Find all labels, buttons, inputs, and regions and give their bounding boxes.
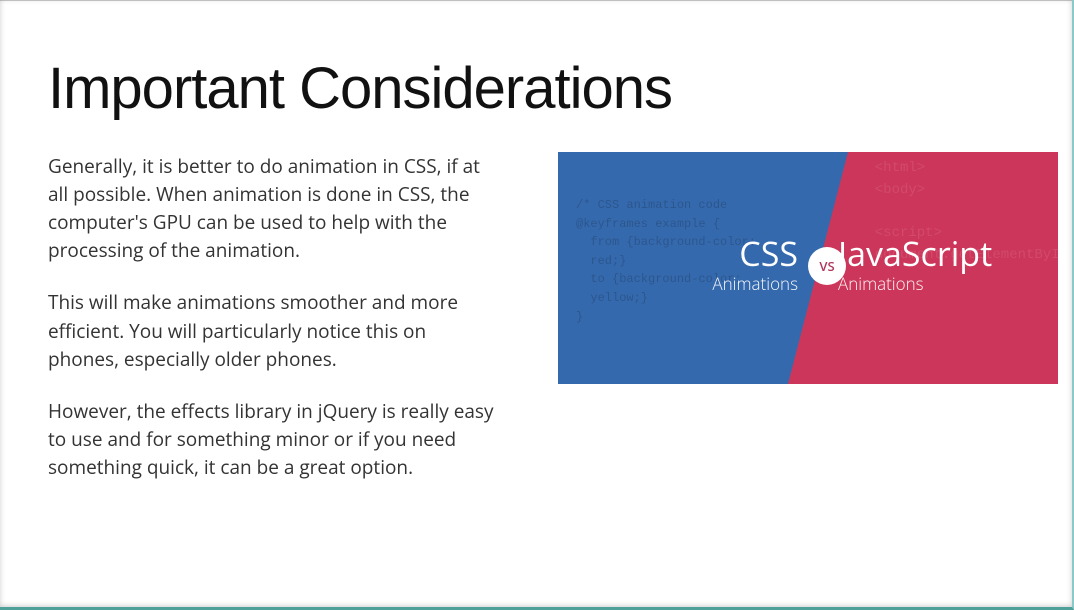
vs-badge: VS <box>808 247 846 285</box>
paragraph: This will make animations smoother and m… <box>48 288 498 372</box>
paragraph: However, the effects library in jQuery i… <box>48 397 498 481</box>
css-subtitle: Animations <box>618 272 798 295</box>
slide-columns: Generally, it is better to do animation … <box>48 152 1032 505</box>
paragraph: Generally, it is better to do animation … <box>48 152 498 264</box>
js-subtitle: Animations <box>838 272 1038 295</box>
css-title: CSS <box>618 236 798 270</box>
image-column: /* CSS animation code @keyframes example… <box>558 152 1058 384</box>
vs-graphic: /* CSS animation code @keyframes example… <box>558 152 1058 384</box>
slide-title: Important Considerations <box>48 55 1032 122</box>
text-column: Generally, it is better to do animation … <box>48 152 498 505</box>
css-label: CSS Animations <box>618 236 798 295</box>
slide: Important Considerations Generally, it i… <box>0 0 1072 535</box>
javascript-label: JavaScript Animations <box>838 236 1038 295</box>
js-title: JavaScript <box>838 236 1038 270</box>
